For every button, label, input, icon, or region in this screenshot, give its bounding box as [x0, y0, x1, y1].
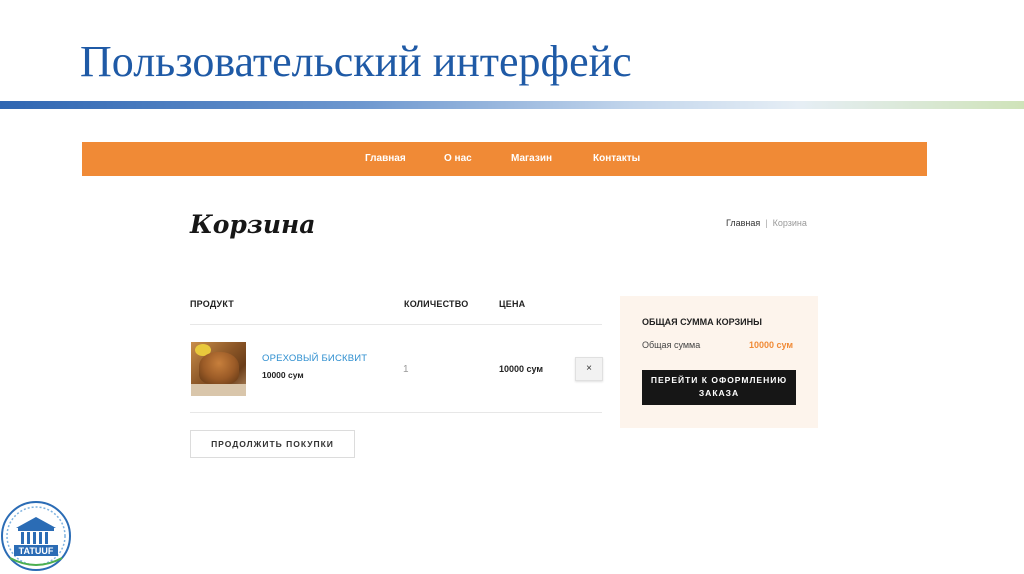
logo-text: TATUUF: [19, 546, 54, 556]
continue-shopping-button[interactable]: ПРОДОЛЖИТЬ ПОКУПКИ: [190, 430, 355, 458]
checkout-button-line2: ЗАКАЗА: [698, 388, 740, 398]
plate-shape: [191, 384, 246, 396]
breadcrumb-current: Корзина: [772, 218, 807, 228]
column-header-quantity: КОЛИЧЕСТВО: [404, 299, 469, 309]
cart-totals-panel: ОБЩАЯ СУММА КОРЗИНЫ Общая сумма 10000 су…: [620, 296, 818, 428]
product-image[interactable]: [191, 342, 246, 396]
column-header-product: ПРОДУКТ: [190, 299, 234, 309]
title-divider: [0, 101, 1024, 109]
product-unit-price: 10000 сум: [262, 370, 304, 380]
close-icon: ×: [586, 363, 592, 374]
column-header-price: ЦЕНА: [499, 299, 526, 309]
breadcrumb-separator: |: [765, 218, 768, 228]
nav-item-about[interactable]: О нас: [444, 142, 472, 176]
checkout-button[interactable]: ПЕРЕЙТИ К ОФОРМЛЕНИЮ ЗАКАЗА: [642, 370, 796, 405]
cart-totals-title: ОБЩАЯ СУММА КОРЗИНЫ: [642, 317, 762, 327]
row-total-price: 10000 сум: [499, 364, 544, 374]
breadcrumb-home-link[interactable]: Главная: [726, 218, 760, 228]
nav-item-contacts[interactable]: Контакты: [593, 142, 640, 176]
nav-item-shop[interactable]: Магазин: [511, 142, 552, 176]
university-logo: TATUUF: [1, 501, 71, 571]
page-title: Корзина: [190, 210, 316, 239]
table-row-divider: [190, 412, 602, 413]
cart-total-label: Общая сумма: [642, 340, 701, 350]
slide-title: Пользовательский интерфейс: [80, 37, 632, 86]
remove-item-button[interactable]: ×: [575, 357, 603, 381]
site-navbar: Главная О нас Магазин Контакты: [82, 142, 927, 176]
breadcrumb: Главная | Корзина: [726, 218, 807, 228]
product-name-link[interactable]: ОРЕХОВЫЙ БИСКВИТ: [262, 353, 367, 364]
cart-total-value: 10000 сум: [749, 340, 794, 350]
checkout-button-line1: ПЕРЕЙТИ К ОФОРМЛЕНИЮ: [650, 375, 788, 385]
quantity-value[interactable]: 1: [403, 364, 409, 375]
cake-shape: [199, 352, 239, 384]
nav-item-home[interactable]: Главная: [365, 142, 406, 176]
table-header-divider: [190, 324, 602, 325]
